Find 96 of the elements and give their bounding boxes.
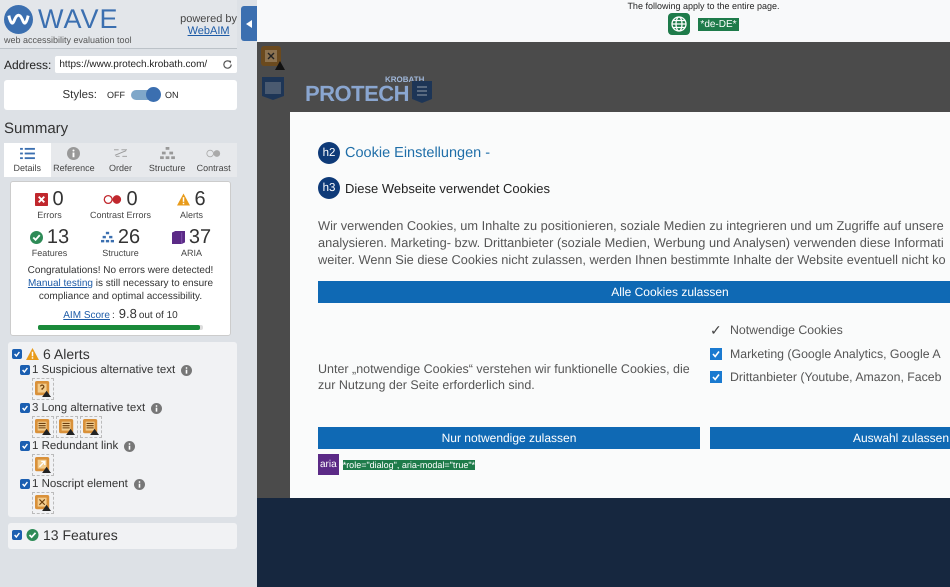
stat-count: 26 (118, 226, 140, 248)
caret-icon (246, 20, 252, 28)
stat-label: Errors (37, 210, 62, 220)
stat-label: Alerts (180, 210, 203, 220)
checkbox[interactable] (710, 371, 722, 383)
cookie-option-label: Notwendige Cookies (730, 323, 843, 337)
order-icon (112, 147, 128, 160)
shield-icon (412, 81, 432, 103)
collapse-button[interactable] (241, 6, 257, 41)
list-icon (20, 147, 35, 160)
globe-icon (668, 13, 690, 35)
aria-badge: aria (318, 454, 339, 475)
stat-count: 0 (52, 188, 64, 210)
text-lines-icon[interactable] (35, 419, 51, 435)
info-icon[interactable] (134, 478, 145, 490)
cube-icon (172, 230, 185, 244)
aim-score-link[interactable]: AIM Score (63, 310, 110, 321)
text-lines-icon[interactable] (83, 419, 99, 435)
aria-attribute-label: *role="dialog", aria-modal="true"* (342, 460, 476, 470)
panel-tab[interactable]: Reference (50, 143, 98, 177)
powered-by-text: powered by (180, 13, 237, 25)
dialog-button[interactable]: Nur notwendige zulassen (318, 427, 700, 449)
dialog-subheading: Diese Webseite verwendet Cookies (345, 180, 550, 196)
dialog-button[interactable]: Auswahl zulassen (710, 427, 950, 449)
panel-tab[interactable]: Details (4, 143, 51, 177)
checkbox[interactable] (12, 530, 22, 540)
info-icon (66, 147, 82, 160)
panel-title: 6 Alerts (43, 346, 90, 362)
stat-label: ARIA (180, 248, 202, 258)
stat-label: Structure (102, 248, 139, 258)
dialog-heading: Cookie Einstellungen - (345, 145, 490, 161)
stat-count: 0 (126, 188, 138, 210)
cookie-option-label: Drittanbieter (Youtube, Amazon, Faceb (730, 370, 942, 384)
dialog-text-line: analysieren. Marketing- bzw. Drittanbieter (soziale Medien, Werbung und Analysen) verwenden diese Informati (318, 234, 945, 251)
accept-all-button[interactable]: Alle Cookies zulassen (318, 281, 950, 303)
panel-tab[interactable]: Order (97, 143, 144, 177)
alert-label: 1 Suspicious alternative text (32, 364, 176, 376)
heading-badge: h3 (318, 177, 340, 199)
styles-label: Styles: (62, 89, 97, 101)
summary-message: Congratulations! No errors were detected! Manual testing is still necessary to ensure compliance and optimal accessibility. (26, 264, 214, 303)
tagline: web accessibility evaluation tool (4, 35, 132, 45)
address-label: Address: (4, 58, 52, 72)
score-value: 9.8 (118, 306, 137, 321)
stat-label: Features (32, 248, 68, 258)
webaim-link[interactable]: WebAIM (188, 25, 230, 37)
panel-tab[interactable]: Contrast (190, 143, 237, 177)
necessary-cookies-note: Unter „notwendige Cookies“ verstehen wir funktionelle Cookies, die zur Nutzung der Seite erforderlich sind. (318, 361, 691, 394)
score-suffix: out of 10 (138, 310, 178, 321)
image-question-icon[interactable] (35, 381, 51, 397)
error-icon (35, 192, 48, 206)
check-circle-icon (26, 529, 39, 541)
dialog-text-line: weiter. Wenn Sie diese Cookies nicht zulassen, werden Ihnen bestimmte Inhalte der Website eventuell nicht ko (318, 251, 947, 268)
warning-icon (26, 348, 39, 360)
manual-testing-link[interactable]: Manual testing (28, 278, 93, 289)
hierarchy-icon (160, 147, 175, 160)
contrast-icon (206, 147, 222, 160)
checkbox[interactable] (20, 403, 30, 413)
stat-count: 37 (188, 226, 212, 248)
dialog-text-line: Wir verwenden Cookies, um Inhalte zu positionieren, soziale Medien zu integrieren und um Zugriffe auf unsere (318, 217, 945, 234)
logo-wordmark: PROTECH (305, 83, 410, 105)
wave-title: WAVE (38, 3, 119, 35)
off-label: OFF (107, 90, 125, 100)
noscript-icon[interactable] (35, 495, 51, 511)
checkbox[interactable] (12, 349, 22, 359)
checkbox[interactable] (20, 479, 30, 489)
wave-logo-icon (4, 4, 33, 34)
summary-heading: Summary (3, 119, 70, 139)
text-lines-icon[interactable] (59, 419, 75, 435)
check-mark: ✓ (710, 322, 722, 338)
language-label: *de-DE* (698, 18, 739, 30)
stat-count: 6 (194, 188, 206, 210)
checkbox[interactable] (710, 348, 722, 360)
checkbox[interactable] (20, 365, 30, 375)
alert-label: 1 Noscript element (32, 478, 128, 490)
checkbox[interactable] (20, 441, 30, 451)
contrast-error-icon (103, 192, 122, 206)
alert-label: 3 Long alternative text (32, 402, 146, 414)
stat-label: Contrast Errors (90, 210, 151, 220)
styles-toggle[interactable] (131, 90, 159, 100)
info-icon[interactable] (124, 440, 136, 452)
alert-label: 1 Redundant link (32, 440, 118, 452)
info-icon[interactable] (151, 402, 162, 414)
panel-title: 13 Features (43, 527, 118, 543)
score-separator: : (112, 310, 115, 321)
hierarchy-icon (100, 230, 114, 244)
notice-text: The following apply to the entire page. (627, 1, 780, 12)
address-field[interactable]: https://www.protech.krobath.com/ (55, 56, 237, 73)
info-icon[interactable] (181, 364, 192, 376)
cookie-option-label: Marketing (Google Analytics, Google A (730, 347, 941, 361)
on-label: ON (165, 90, 178, 100)
panel-tab[interactable]: Structure (144, 143, 190, 177)
heading-badge: h2 (318, 142, 340, 164)
warning-icon (177, 192, 190, 206)
reload-icon[interactable] (222, 59, 233, 70)
check-circle-icon (30, 230, 43, 244)
stat-count: 13 (46, 226, 70, 248)
